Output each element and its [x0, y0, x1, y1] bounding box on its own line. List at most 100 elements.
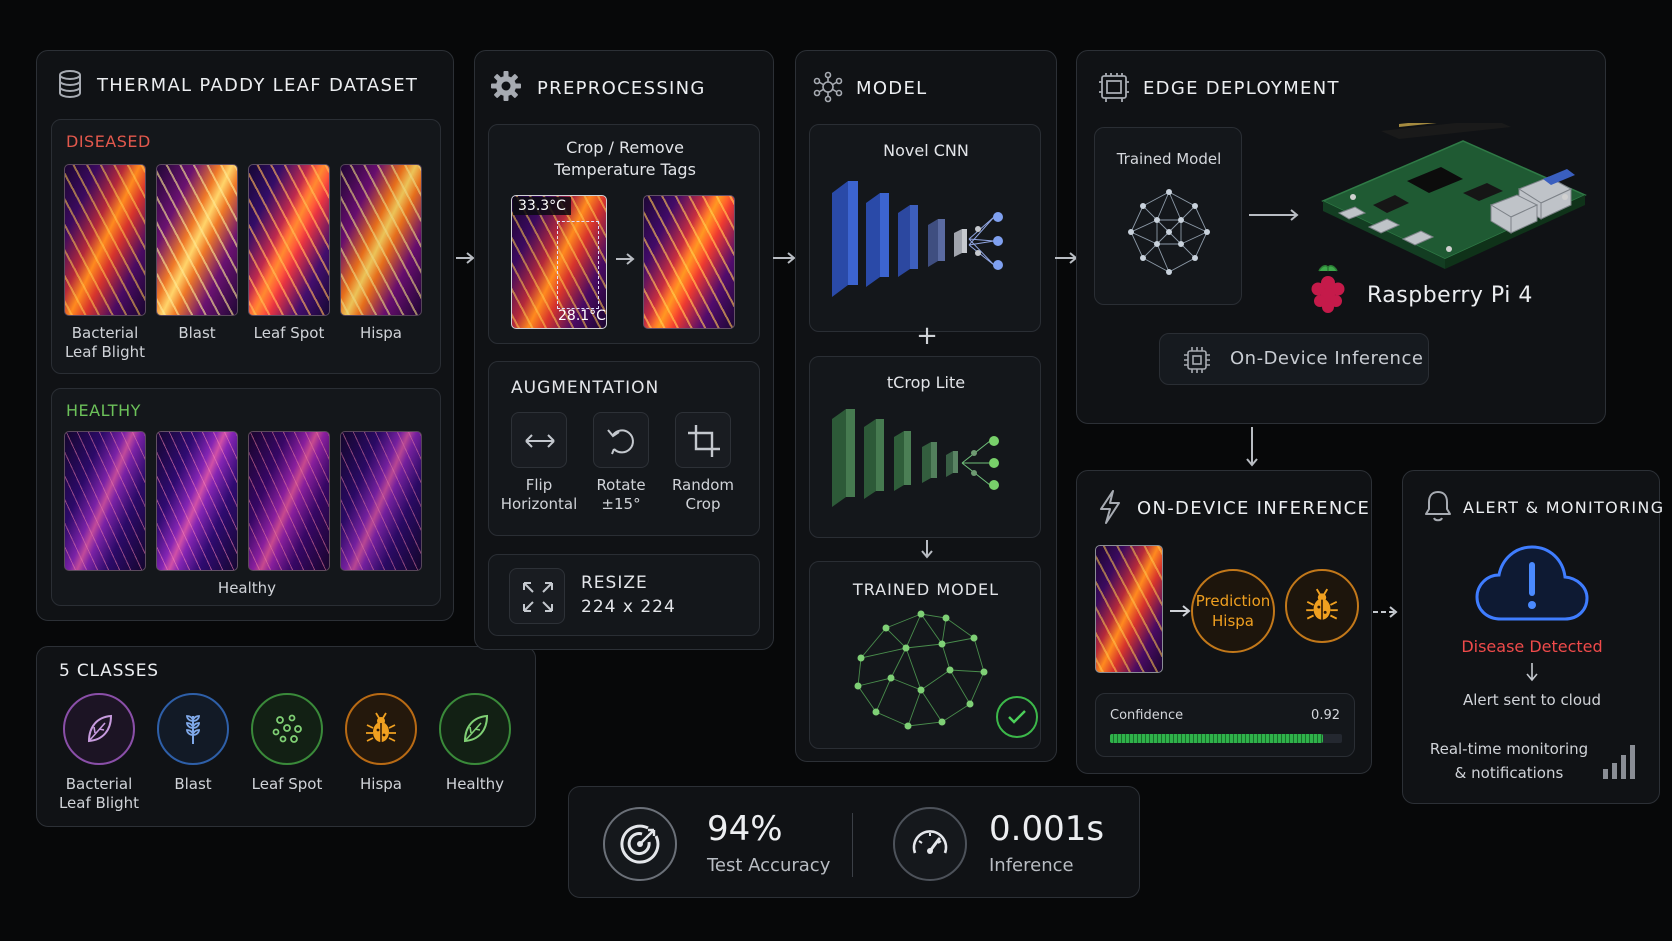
accuracy-value: 94%: [707, 809, 783, 849]
alert-sent-text: Alert sent to cloud: [1462, 691, 1602, 709]
prediction-value: Hispa: [1212, 612, 1254, 630]
augmentation-card: AUGMENTATION Flip Horizontal Rotate ±15°…: [488, 361, 760, 536]
class-label-hispa: Hispa: [360, 775, 402, 793]
confidence-value: 0.92: [1311, 708, 1340, 723]
thumb-hispa: [340, 164, 422, 316]
edge-network-icon: [1128, 189, 1210, 275]
diseased-label: DISEASED: [66, 132, 151, 151]
diseased-caption-blast: Blast: [178, 324, 216, 342]
trained-network-graphic: [854, 610, 988, 730]
novel-cnn-diagram: [832, 181, 1003, 297]
temp-low-tag: 28.1°C: [558, 308, 606, 324]
thumb-healthy-2: [156, 431, 238, 571]
edge-title: EDGE DEPLOYMENT: [1143, 78, 1340, 99]
crop-title: Crop / Remove Temperature Tags: [554, 138, 696, 179]
inference-arrow-1: [1170, 605, 1191, 617]
accuracy-label: Test Accuracy: [707, 855, 831, 876]
hispa-bug-icon: [1285, 569, 1359, 643]
resize-icon: [523, 582, 553, 612]
trained-model-card: TRAINED MODEL: [809, 561, 1041, 749]
confidence-label: Confidence: [1110, 708, 1184, 723]
chip-icon: [1184, 347, 1210, 373]
metrics-divider: [852, 813, 853, 877]
inference-title: ON-DEVICE INFERENCE: [1137, 498, 1371, 519]
thumb-healthy-1: [64, 431, 146, 571]
temp-high-tag: 33.3°C: [513, 197, 571, 215]
crop-output-thumb: [643, 195, 735, 329]
check-icon: [996, 696, 1038, 738]
diseased-caption-leafspot: Leaf Spot: [253, 324, 325, 342]
cloud-alert-icon: [1475, 545, 1589, 621]
arrow-edge-to-inference: [1246, 427, 1258, 467]
thumb-healthy-3: [248, 431, 330, 571]
class-blast-icon: [157, 693, 229, 765]
trained-model-title: TRAINED MODEL: [852, 580, 1000, 599]
class-label-blast: Blast: [174, 775, 212, 793]
aug-flip-box: [511, 412, 567, 468]
device-name: Raspberry Pi 4: [1367, 283, 1533, 308]
model-panel: MODEL Novel CNN + tCrop Lite TRAINED MOD…: [795, 50, 1057, 762]
rotate-icon: [607, 429, 634, 455]
classes-panel: 5 CLASSES Bacterial Leaf Blight Blast Le…: [36, 646, 536, 827]
class-label-blb: Bacterial Leaf Blight: [58, 775, 140, 812]
preprocessing-panel: PREPROCESSING Crop / Remove Temperature …: [474, 50, 774, 650]
thumb-leaf-spot: [248, 164, 330, 316]
monitoring-text: Real-time monitoring & notifications: [1429, 740, 1589, 782]
augmentation-title: AUGMENTATION: [511, 378, 660, 398]
edge-trained-model-card: Trained Model: [1094, 127, 1242, 305]
inference-time-label: Inference: [989, 855, 1074, 876]
inference-panel: ON-DEVICE INFERENCE Prediction Hispa Con…: [1076, 470, 1372, 774]
target-icon: [603, 807, 677, 881]
confidence-card: Confidence 0.92: [1095, 693, 1355, 757]
arrow-tcrop-to-trained: [921, 540, 933, 559]
alert-title: ALERT & MONITORING: [1463, 498, 1665, 517]
plus-sign: +: [916, 321, 938, 351]
lightning-icon: [1100, 490, 1120, 524]
disease-detected-text: Disease Detected: [1461, 637, 1603, 656]
resize-icon-box: [509, 568, 565, 624]
device-icon: [1099, 73, 1129, 102]
crop-card: Crop / Remove Temperature Tags 33.3°C 28…: [488, 124, 760, 344]
diseased-caption-hispa: Hispa: [360, 324, 402, 342]
dataset-panel: THERMAL PADDY LEAF DATASET DISEASED Bact…: [36, 50, 454, 621]
signal-bars-icon: [1603, 745, 1635, 779]
crop-icon: [688, 425, 720, 457]
prediction-badge: Prediction Hispa: [1191, 569, 1275, 653]
model-title: MODEL: [856, 78, 928, 99]
resize-title: RESIZE: [581, 573, 648, 593]
flip-horizontal-icon: [525, 434, 555, 448]
healthy-group: HEALTHY Healthy: [51, 388, 441, 606]
aug-crop-box: [675, 412, 731, 468]
novel-cnn-card: Novel CNN: [809, 124, 1041, 332]
crop-arrow-icon: [616, 253, 635, 265]
arrow-model-to-pi: [1249, 209, 1299, 221]
raspberry-pi-board: [1321, 123, 1587, 269]
on-device-inference-button[interactable]: On-Device Inference: [1159, 333, 1429, 385]
healthy-label: HEALTHY: [66, 401, 141, 420]
resize-card: RESIZE 224 x 224: [488, 554, 760, 636]
raspberry-logo-icon: [1311, 265, 1345, 313]
class-label-healthy: Healthy: [445, 775, 505, 793]
thumb-bacterial-leaf-blight: [64, 164, 146, 316]
preprocessing-title: PREPROCESSING: [537, 78, 706, 99]
thumb-healthy-4: [340, 431, 422, 571]
gear-icon: [491, 71, 521, 101]
dataset-title: THERMAL PADDY LEAF DATASET: [97, 75, 419, 96]
class-label-leafspot: Leaf Spot: [251, 775, 323, 793]
resize-value: 224 x 224: [581, 597, 676, 617]
classes-title: 5 CLASSES: [59, 661, 159, 681]
alert-panel: ALERT & MONITORING Disease Detected Aler…: [1402, 470, 1663, 804]
arrow-inference-to-alert: [1373, 606, 1398, 618]
thumb-blast: [156, 164, 238, 316]
inference-time-value: 0.001s: [989, 809, 1105, 849]
diseased-caption-blb: Bacterial Leaf Blight: [64, 324, 146, 361]
class-hispa-icon: [345, 693, 417, 765]
aug-rotate-box: [593, 412, 649, 468]
class-leaf-spot-icon: [251, 693, 323, 765]
tcrop-lite-diagram: [832, 409, 999, 507]
on-device-inference-label: On-Device Inference: [1230, 348, 1424, 369]
prediction-label: Prediction: [1195, 592, 1271, 610]
database-icon: [59, 70, 81, 99]
inference-input-thumb: [1095, 545, 1163, 673]
healthy-caption: Healthy: [217, 579, 277, 597]
